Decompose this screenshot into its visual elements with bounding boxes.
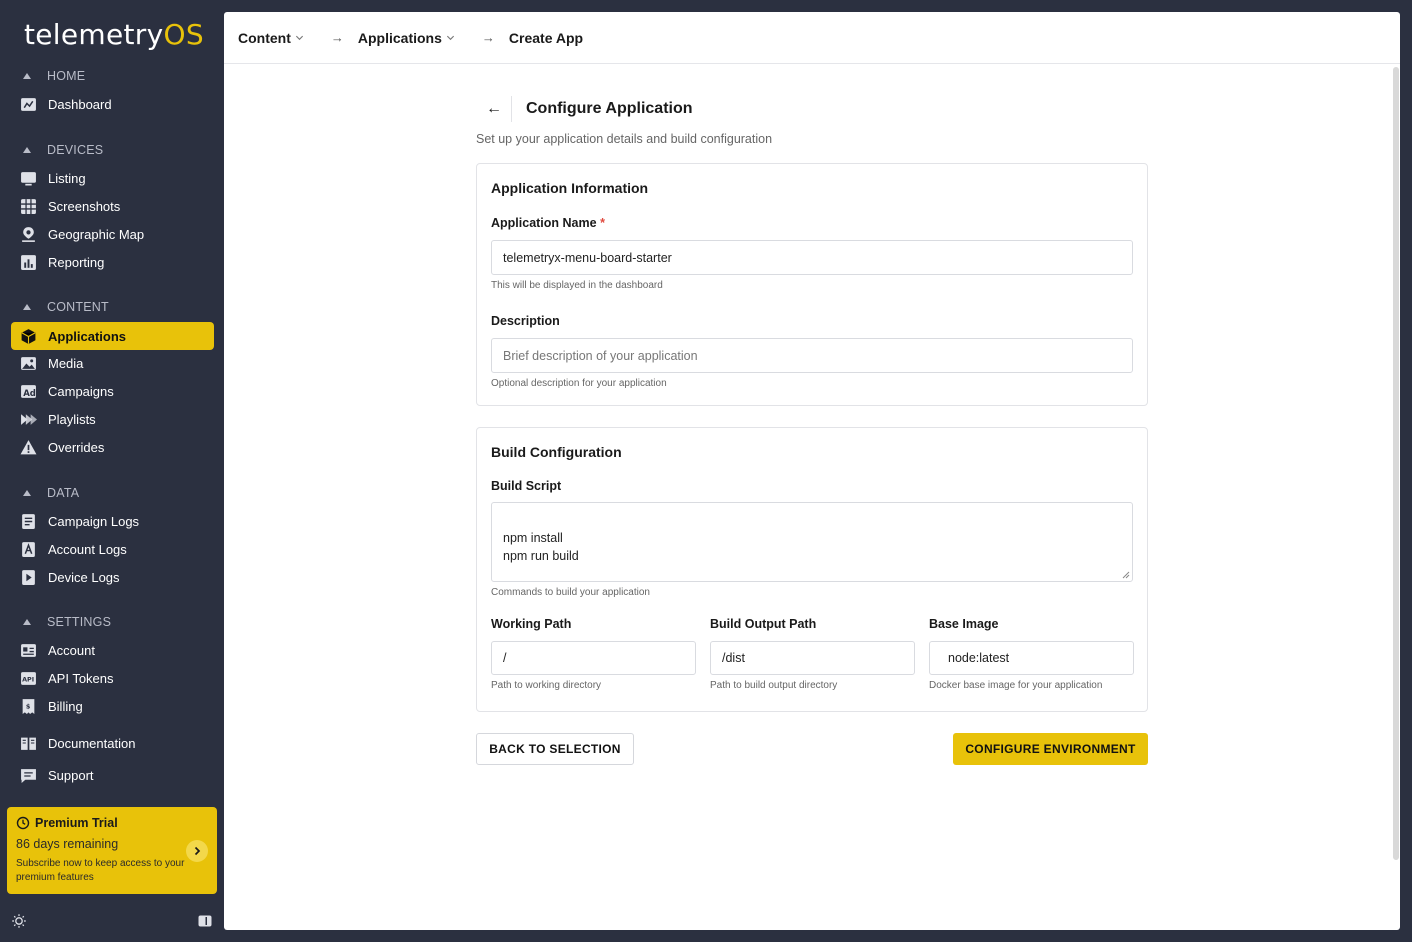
breadcrumb: Content → Applications → Create App (224, 12, 1400, 64)
description-input[interactable]: Brief description of your application (491, 338, 1133, 373)
sidebar-item-overrides[interactable]: Overrides (11, 433, 214, 461)
trial-days-remaining: 86 days remaining (16, 837, 119, 851)
section-content[interactable]: CONTENT (22, 297, 109, 317)
chat-icon (20, 767, 37, 784)
dashboard-icon (20, 96, 37, 113)
trial-title: Premium Trial (16, 816, 208, 830)
sidebar: telemetryOS HOME Dashboard DEVICES Listi… (0, 0, 224, 942)
sidebar-item-media[interactable]: Media (11, 349, 214, 377)
sidebar-item-documentation[interactable]: Documentation (11, 729, 214, 757)
configure-environment-button[interactable]: CONFIGURE ENVIRONMENT (953, 733, 1148, 765)
sidebar-item-playlists[interactable]: Playlists (11, 405, 214, 433)
build-output-path-hint: Path to build output directory (710, 680, 838, 691)
base-image-label: Base Image (929, 617, 999, 631)
application-information-card: Application Information Application Name… (476, 163, 1148, 406)
id-card-icon (20, 642, 37, 659)
section-settings[interactable]: SETTINGS (22, 612, 111, 632)
main-panel: Content → Applications → Create App ← Co… (224, 12, 1400, 930)
premium-trial-banner[interactable]: Premium Trial 86 days remaining Subscrib… (7, 807, 217, 894)
build-configuration-card: Build Configuration Build Script npm ins… (476, 427, 1148, 712)
build-output-path-input[interactable]: /dist (710, 641, 915, 675)
resize-handle-icon[interactable] (1122, 571, 1130, 579)
sidebar-item-geographic-map[interactable]: Geographic Map (11, 220, 214, 248)
breadcrumb-applications[interactable]: Applications (358, 30, 455, 46)
ad-icon: Ad (20, 383, 37, 400)
trial-description: Subscribe now to keep access to your pre… (16, 858, 185, 883)
svg-text:Ad: Ad (23, 388, 36, 398)
application-name-hint: This will be displayed in the dashboard (491, 280, 663, 291)
svg-text:API: API (22, 675, 34, 683)
sidebar-item-dashboard[interactable]: Dashboard (11, 90, 214, 118)
working-path-hint: Path to working directory (491, 680, 602, 691)
sidebar-item-account[interactable]: Account (11, 636, 214, 664)
application-name-input[interactable]: telemetryx-menu-board-starter (491, 240, 1133, 275)
sidebar-item-listing[interactable]: Listing (11, 164, 214, 192)
sidebar-item-support[interactable]: Support (11, 761, 214, 789)
sidebar-item-billing[interactable]: $ Billing (11, 692, 214, 720)
working-path-label: Working Path (491, 617, 572, 631)
brand-logo[interactable]: telemetryOS (24, 18, 204, 51)
page-title: Configure Application (526, 100, 693, 117)
api-icon: API (20, 670, 37, 687)
page-content: ← Configure Application Set up your appl… (476, 96, 1148, 712)
trial-subscribe-button[interactable] (186, 840, 208, 862)
build-output-path-label: Build Output Path (710, 617, 817, 631)
clock-icon (16, 816, 30, 830)
build-script-textarea[interactable]: npm install npm run build (491, 502, 1133, 582)
section-home[interactable]: HOME (22, 66, 85, 86)
description-label: Description (491, 314, 560, 328)
working-path-input[interactable]: / (491, 641, 696, 675)
grid-icon (20, 198, 37, 215)
breadcrumb-content[interactable]: Content (238, 30, 304, 46)
sidebar-item-campaigns[interactable]: Ad Campaigns (11, 377, 214, 405)
breadcrumb-arrow-icon: → (330, 30, 344, 45)
sidebar-item-applications[interactable]: Applications (11, 322, 214, 350)
page-subtitle: Set up your application details and buil… (476, 132, 773, 146)
breadcrumb-arrow-icon: → (481, 30, 495, 45)
playlist-icon (20, 411, 37, 428)
card-title: Build Configuration (491, 444, 622, 460)
sidebar-item-account-logs[interactable]: Account Logs (11, 535, 214, 563)
image-icon (20, 355, 37, 372)
section-data[interactable]: DATA (22, 483, 79, 503)
back-to-selection-button[interactable]: BACK TO SELECTION (476, 733, 634, 765)
base-image-hint: Docker base image for your application (929, 680, 1103, 691)
bar-chart-icon (20, 254, 37, 271)
book-icon (20, 735, 37, 752)
play-log-icon (20, 569, 37, 586)
sidebar-item-campaign-logs[interactable]: Campaign Logs (11, 507, 214, 535)
description-hint: Optional description for your applicatio… (491, 378, 667, 389)
build-script-label: Build Script (491, 479, 562, 493)
breadcrumb-current: Create App (508, 29, 584, 46)
svg-text:$: $ (26, 702, 30, 710)
chevron-right-icon (194, 846, 201, 856)
cube-icon (20, 328, 37, 345)
sidebar-item-reporting[interactable]: Reporting (11, 248, 214, 276)
application-name-label: Application Name * (491, 216, 605, 230)
account-log-icon (20, 541, 37, 558)
sidebar-item-screenshots[interactable]: Screenshots (11, 192, 214, 220)
chevron-down-icon (295, 35, 303, 41)
monitor-icon (20, 170, 37, 187)
scrollbar[interactable] (1393, 67, 1399, 860)
theme-toggle-icon[interactable] (11, 913, 27, 929)
section-devices[interactable]: DEVICES (22, 140, 103, 160)
sidebar-item-device-logs[interactable]: Device Logs (11, 563, 214, 591)
build-script-hint: Commands to build your application (491, 587, 650, 598)
card-title: Application Information (491, 180, 649, 196)
collapse-sidebar-icon[interactable] (197, 913, 213, 929)
document-icon (20, 513, 37, 530)
sidebar-item-api-tokens[interactable]: API API Tokens (11, 664, 214, 692)
invoice-icon: $ (20, 698, 37, 715)
base-image-select[interactable]: node:latest (929, 641, 1134, 675)
warning-icon (20, 439, 37, 456)
chevron-down-icon (446, 35, 454, 41)
map-pin-icon (20, 226, 37, 243)
back-arrow-icon[interactable]: ← (476, 96, 512, 122)
